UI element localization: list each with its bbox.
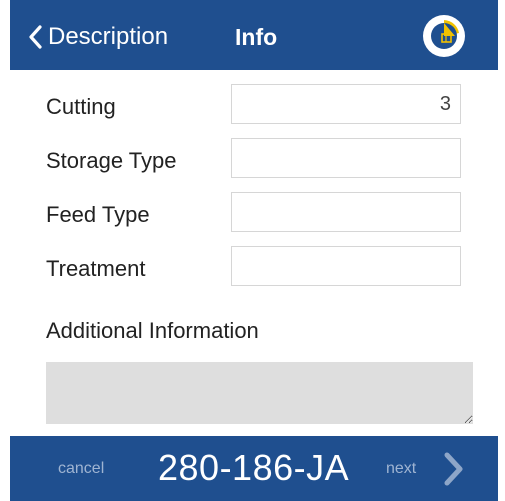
feed-type-input[interactable] xyxy=(231,192,461,232)
app-logo-button[interactable] xyxy=(423,15,465,57)
field-label: Cutting xyxy=(46,94,116,119)
chevron-right-icon[interactable] xyxy=(443,452,465,486)
next-button[interactable]: next xyxy=(386,460,416,478)
field-label: Feed Type xyxy=(46,202,150,227)
bottom-bar: cancel 280-186-JA next xyxy=(10,436,498,501)
app-logo-icon xyxy=(425,17,463,55)
info-screen: Description Info Cutting Storage Type Fe… xyxy=(0,0,505,501)
additional-information-label: Additional Information xyxy=(46,318,259,343)
treatment-input[interactable] xyxy=(231,246,461,286)
form-row-treatment: Treatment xyxy=(10,242,498,296)
back-button-label: Description xyxy=(48,23,169,50)
form-row-cutting: Cutting xyxy=(10,80,498,134)
form-row-feed-type: Feed Type xyxy=(10,188,498,242)
storage-type-input[interactable] xyxy=(231,138,461,178)
cancel-button[interactable]: cancel xyxy=(58,460,104,478)
additional-information-field[interactable] xyxy=(46,362,473,424)
nav-bar: Description Info xyxy=(10,0,498,70)
back-button[interactable]: Description xyxy=(28,22,168,52)
field-label: Treatment xyxy=(46,256,146,281)
field-label: Storage Type xyxy=(46,148,177,173)
tag-id: 280-186-JA xyxy=(158,447,350,488)
chevron-left-icon xyxy=(29,25,42,49)
cutting-input[interactable] xyxy=(231,84,461,124)
page-title: Info xyxy=(235,24,278,50)
form-row-storage-type: Storage Type xyxy=(10,134,498,188)
